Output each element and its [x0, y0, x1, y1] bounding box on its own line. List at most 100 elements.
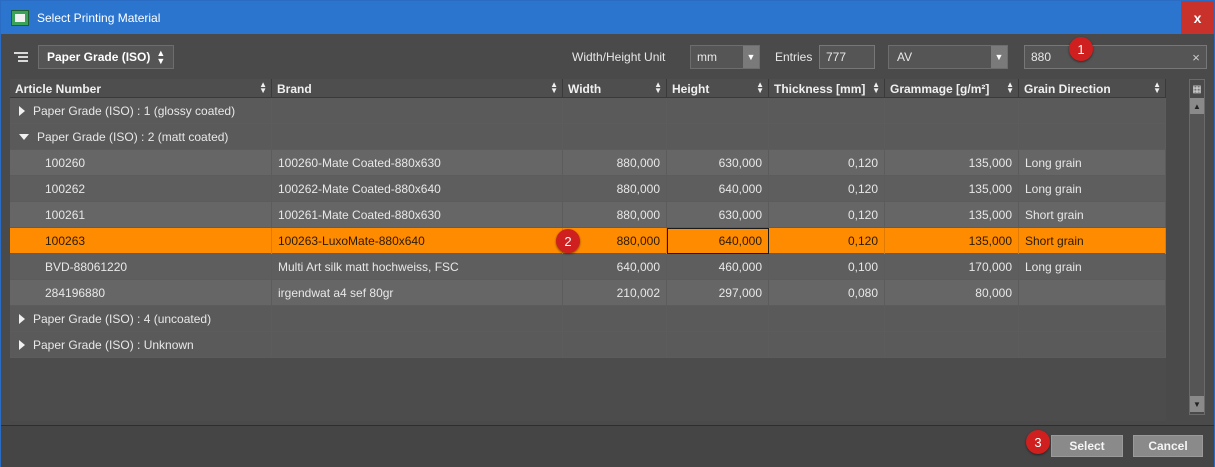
cell-height: 630,000: [667, 150, 769, 176]
cell-height-focused[interactable]: 640,000: [667, 228, 769, 254]
cell-brand: 100261-Mate Coated-880x630: [272, 202, 563, 228]
expand-caret-icon[interactable]: [19, 106, 25, 116]
expand-caret-icon[interactable]: [19, 340, 25, 350]
table-row[interactable]: BVD-88061220 Multi Art silk matt hochwei…: [10, 254, 1166, 280]
cell-thickness: 0,100: [769, 254, 885, 280]
sort-icon: ▲ ▼: [872, 80, 880, 95]
table-row[interactable]: 284196880 irgendwat a4 sef 80gr 210,002 …: [10, 280, 1166, 306]
table-row[interactable]: 100260 100260-Mate Coated-880x630 880,00…: [10, 150, 1166, 176]
clear-search-icon[interactable]: ×: [1186, 50, 1206, 65]
scroll-track[interactable]: [1190, 114, 1204, 396]
cell-grain-direction: [1019, 280, 1166, 306]
sort-icon: ▲ ▼: [654, 80, 662, 95]
sort-icon: ▲ ▼: [259, 80, 267, 95]
cell-thickness: 0,120: [769, 176, 885, 202]
materials-table: Article Number ▲ ▼ Brand ▲ ▼ Width ▲ ▼ Height ▲…: [10, 79, 1166, 421]
chevron-down-icon[interactable]: ▼: [991, 46, 1007, 68]
column-chooser-icon[interactable]: ▦: [1190, 80, 1204, 98]
scroll-up-icon[interactable]: ▲: [1190, 98, 1204, 114]
cell-article-number: 100260: [10, 150, 272, 176]
cell-grammage: 80,000: [885, 280, 1019, 306]
collapse-caret-icon[interactable]: [19, 134, 29, 140]
grouping-selector[interactable]: Paper Grade (ISO) ▲ ▼: [38, 45, 175, 69]
group-row[interactable]: Paper Grade (ISO) : 4 (uncoated): [10, 306, 1166, 332]
cell-width: 880,000: [563, 176, 667, 202]
cell-thickness: 0,120: [769, 150, 885, 176]
entries-count: 777: [819, 45, 875, 69]
sort-arrows-icon: ▲ ▼: [156, 48, 166, 66]
cell-article-number: BVD-88061220: [10, 254, 272, 280]
sort-icon: ▲ ▼: [1153, 80, 1161, 95]
vertical-scrollbar[interactable]: ▦ ▲ ▼: [1189, 79, 1205, 415]
cell-article-number: 100261: [10, 202, 272, 228]
entries-label: Entries: [775, 50, 813, 64]
cell-grain-direction: Short grain: [1019, 202, 1166, 228]
sort-icon: ▲ ▼: [756, 80, 764, 95]
search-value[interactable]: 880: [1025, 50, 1186, 64]
table-row[interactable]: 100262 100262-Mate Coated-880x640 880,00…: [10, 176, 1166, 202]
cell-thickness: 0,120: [769, 202, 885, 228]
cell-grammage: 135,000: [885, 202, 1019, 228]
cell-brand: 100263-LuxoMate-880x640: [272, 228, 563, 254]
cell-brand: irgendwat a4 sef 80gr: [272, 280, 563, 306]
grouping-label: Paper Grade (ISO): [47, 50, 151, 64]
cell-width: 640,000: [563, 254, 667, 280]
cell-height: 460,000: [667, 254, 769, 280]
dialog-footer: 3 Select Cancel: [1, 425, 1214, 467]
cell-height: 630,000: [667, 202, 769, 228]
column-header-width[interactable]: Width ▲ ▼: [563, 79, 667, 98]
group-label: Paper Grade (ISO) : 1 (glossy coated): [33, 104, 236, 118]
group-row[interactable]: Paper Grade (ISO) : 1 (glossy coated): [10, 98, 1166, 124]
cell-thickness: 0,120: [769, 228, 885, 254]
callout-badge-1: 1: [1069, 37, 1093, 61]
column-header-brand[interactable]: Brand ▲ ▼: [272, 79, 563, 98]
cell-width: 880,000: [563, 150, 667, 176]
cell-grain-direction: Long grain: [1019, 150, 1166, 176]
group-label: Paper Grade (ISO) : 4 (uncoated): [33, 312, 212, 326]
column-header-grammage[interactable]: Grammage [g/m²] ▲ ▼: [885, 79, 1019, 98]
close-button[interactable]: x: [1181, 1, 1214, 34]
expand-caret-icon[interactable]: [19, 314, 25, 324]
filter-dropdown[interactable]: AV ▼: [888, 45, 1008, 69]
filter-value: AV: [897, 50, 913, 64]
cell-brand: 100260-Mate Coated-880x630: [272, 150, 563, 176]
sort-icon: ▲ ▼: [1006, 80, 1014, 95]
cell-grammage: 135,000: [885, 228, 1019, 254]
cell-grain-direction: Long grain: [1019, 176, 1166, 202]
grouping-icon[interactable]: [14, 52, 28, 62]
select-button[interactable]: Select: [1051, 435, 1123, 457]
sort-icon: ▲ ▼: [550, 80, 558, 95]
table-row-selected[interactable]: 100263 100263-LuxoMate-880x640 880,000 6…: [10, 228, 1166, 254]
cell-height: 297,000: [667, 280, 769, 306]
scroll-down-icon[interactable]: ▼: [1190, 396, 1204, 412]
unit-label: Width/Height Unit: [572, 50, 666, 64]
column-header-article-number[interactable]: Article Number ▲ ▼: [10, 79, 272, 98]
title-bar: Select Printing Material x: [1, 1, 1214, 34]
cell-grain-direction: Long grain: [1019, 254, 1166, 280]
group-row[interactable]: Paper Grade (ISO) : Unknown: [10, 332, 1166, 358]
column-header-thickness[interactable]: Thickness [mm] ▲ ▼: [769, 79, 885, 98]
cell-thickness: 0,080: [769, 280, 885, 306]
table-header: Article Number ▲ ▼ Brand ▲ ▼ Width ▲ ▼ Height ▲…: [10, 79, 1166, 98]
cell-grammage: 135,000: [885, 150, 1019, 176]
search-input[interactable]: 880 ×: [1024, 45, 1207, 69]
cancel-button[interactable]: Cancel: [1133, 435, 1203, 457]
group-label: Paper Grade (ISO) : 2 (matt coated): [37, 130, 229, 144]
column-header-height[interactable]: Height ▲ ▼: [667, 79, 769, 98]
cell-grammage: 135,000: [885, 176, 1019, 202]
app-icon: [11, 9, 29, 26]
callout-badge-3: 3: [1026, 430, 1050, 454]
cell-article-number: 100263: [10, 228, 272, 254]
cell-brand: 100262-Mate Coated-880x640: [272, 176, 563, 202]
cell-article-number: 100262: [10, 176, 272, 202]
cell-width: 880,000: [563, 202, 667, 228]
table-row[interactable]: 100261 100261-Mate Coated-880x630 880,00…: [10, 202, 1166, 228]
column-header-grain-direction[interactable]: Grain Direction ▲ ▼: [1019, 79, 1166, 98]
select-printing-material-dialog: Select Printing Material x Paper Grade (…: [0, 0, 1215, 467]
chevron-down-icon[interactable]: ▼: [743, 46, 759, 68]
group-row[interactable]: Paper Grade (ISO) : 2 (matt coated): [10, 124, 1166, 150]
cell-grammage: 170,000: [885, 254, 1019, 280]
cell-grain-direction: Short grain: [1019, 228, 1166, 254]
unit-dropdown[interactable]: mm ▼: [690, 45, 760, 69]
window-title: Select Printing Material: [37, 10, 161, 25]
